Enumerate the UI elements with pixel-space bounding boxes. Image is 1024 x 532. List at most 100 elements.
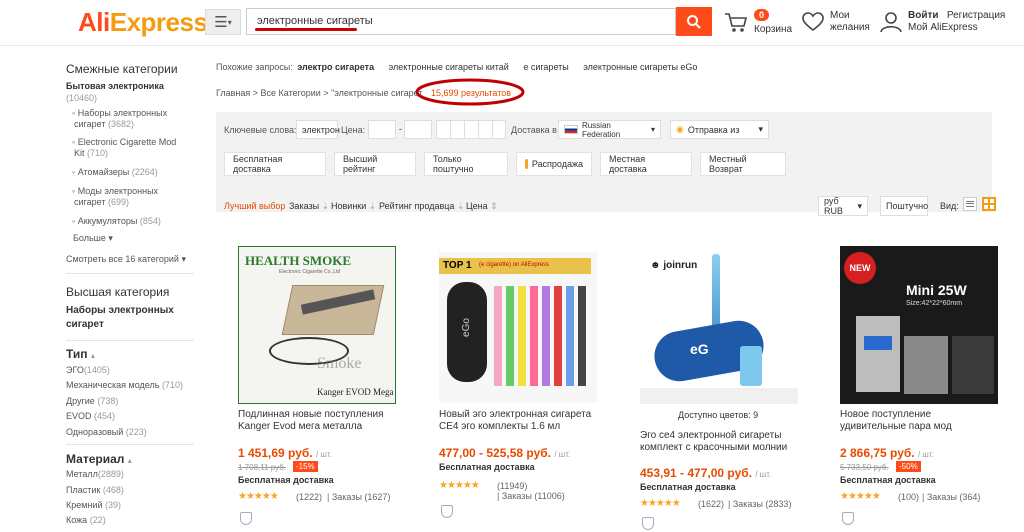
login-link[interactable]: Войти	[908, 10, 939, 21]
sidebar-cat-item[interactable]: ◦ Наборы электронных сигарет (3682)	[72, 108, 167, 130]
price-max-input[interactable]	[404, 120, 432, 139]
product-image[interactable]: ☻ joinrun eG	[640, 246, 798, 404]
product-title[interactable]: Новый эго электронная сигарета CE4 эго ко…	[439, 409, 591, 433]
related-search-link[interactable]: электронные сигареты eGo	[583, 62, 697, 72]
sale-filter[interactable]: Распродажа	[516, 152, 592, 176]
chevron-down-icon: ▾	[650, 125, 655, 134]
chevron-down-icon: ▾	[227, 17, 232, 27]
wishlist-link[interactable]: Мои желания	[802, 10, 870, 34]
search-icon	[687, 14, 701, 29]
type-filter-item[interactable]: EVOD (454)	[66, 411, 115, 422]
type-filter-item[interactable]: Механическая модель (710)	[66, 380, 183, 391]
free-shipping-label: Бесплатная доставка	[238, 475, 334, 485]
cart-count-badge: 0	[754, 9, 770, 21]
orders-count[interactable]: | Заказы (1627)	[327, 492, 390, 502]
grid-view-icon[interactable]	[982, 197, 996, 211]
orders-count[interactable]: | Заказы (11006)	[497, 491, 565, 501]
sort-orders[interactable]: Заказы ⇣	[289, 201, 329, 212]
product-title[interactable]: Подлинная новые поступления Kanger Evod м…	[238, 409, 384, 433]
chevron-down-icon: ▾	[758, 124, 763, 134]
list-view-icon[interactable]	[963, 197, 977, 211]
discount-badge: -50%	[896, 461, 921, 472]
related-search-link[interactable]: электро сигарета	[297, 62, 374, 72]
my-aliexpress-link[interactable]: Мой AliExpress	[908, 22, 1005, 34]
sort-best-match[interactable]: Лучший выбор	[224, 201, 285, 211]
cart-label: Корзина	[754, 24, 793, 35]
material-filter-title[interactable]: Материал ▴	[66, 452, 132, 466]
product-title[interactable]: Эго ce4 электронной сигареты комплект с к…	[640, 430, 787, 454]
type-filter-title[interactable]: Тип ▴	[66, 347, 95, 361]
sort-price[interactable]: Цена ⇕	[466, 201, 498, 212]
discount-badge: -15%	[293, 461, 318, 472]
orders-count[interactable]: | Заказы (2833)	[728, 499, 791, 509]
category-menu-button[interactable]: ☰ ▾	[205, 9, 241, 35]
breadcrumb-home[interactable]: Главная	[216, 88, 250, 98]
price-label: Цена:	[341, 125, 366, 135]
top-category-link[interactable]: Наборы электронных сигарет	[66, 305, 174, 330]
review-count[interactable]: (100)	[898, 492, 919, 502]
register-link[interactable]: Регистрация	[947, 10, 1005, 21]
russia-flag-icon	[564, 125, 578, 134]
sidebar-cat-item[interactable]: ◦ Аккумуляторы (854)	[72, 216, 161, 227]
sidebar-more-link[interactable]: Больше ▾	[73, 233, 113, 244]
product-price: 1 451,69 руб. / шт.	[238, 446, 332, 460]
product-title[interactable]: Новое поступление удивительные пара мод	[840, 409, 952, 433]
ship-to-select[interactable]: Russian Federation ▾	[558, 120, 661, 139]
material-filter-item[interactable]: Пластик (468)	[66, 485, 124, 496]
sort-seller-rating[interactable]: Рейтинг продавца ⇣	[379, 201, 465, 212]
top-rated-filter[interactable]: Высший рейтинг	[334, 152, 416, 176]
location-pin-icon: ◉	[676, 124, 684, 134]
search-button[interactable]	[676, 7, 712, 36]
shield-icon	[441, 505, 453, 518]
material-filter-item[interactable]: Кожа (22)	[66, 515, 106, 526]
material-filter-item[interactable]: Кремний (39)	[66, 500, 121, 511]
review-count[interactable]: (1622)	[698, 499, 724, 509]
ship-to-label: Доставка в	[511, 125, 557, 135]
orders-count[interactable]: | Заказы (364)	[922, 492, 980, 502]
sort-new[interactable]: Новинки ⇣	[331, 201, 376, 212]
related-search-link[interactable]: электронные сигареты китай	[389, 62, 509, 72]
hamburger-icon: ☰	[214, 14, 228, 31]
old-price: 1 708,11 руб.	[238, 463, 287, 472]
ship-from-select[interactable]: ◉ Отправка из ▾	[670, 120, 769, 139]
keywords-input[interactable]: электрон	[296, 120, 340, 139]
old-price: 5 733,50 руб.	[840, 463, 889, 472]
search-input[interactable]: электронные сигареты	[246, 8, 676, 35]
sidebar-parent-category[interactable]: Бытовая электроника	[66, 81, 164, 91]
single-piece-filter[interactable]: Только поштучно	[424, 152, 508, 176]
search-underline-annotation	[255, 28, 357, 31]
type-filter-item[interactable]: Одноразовый (223)	[66, 427, 147, 438]
type-filter-item[interactable]: ЭГО(1405)	[66, 365, 110, 376]
product-image[interactable]: TOP 1 (e cigarette) on AliExpress eGo	[439, 252, 597, 403]
rating-stars: ★★★★★	[439, 480, 480, 491]
rating-stars: ★★★★★	[238, 491, 279, 502]
breadcrumb-all-categories[interactable]: Все Категории	[261, 88, 321, 98]
sidebar-cat-item[interactable]: ◦ Моды электронных сигарет (699)	[72, 186, 158, 208]
site-header: AliExpress ☰ ▾ электронные сигареты Корзи…	[0, 0, 1024, 46]
result-highlight-circle	[415, 78, 525, 106]
free-shipping-label: Бесплатная доставка	[640, 482, 736, 492]
price-min-input[interactable]	[368, 120, 396, 139]
currency-select[interactable]: руб RUB ▾	[818, 196, 868, 216]
free-shipping-filter[interactable]: Бесплатная доставка	[224, 152, 326, 176]
type-filter-item[interactable]: Другие (738)	[66, 396, 118, 407]
related-search-link[interactable]: е сигареты	[523, 62, 568, 72]
material-filter-item[interactable]: Металл(2889)	[66, 469, 124, 480]
sidebar-cat-item[interactable]: ◦ Атомайзеры (2264)	[72, 167, 158, 178]
review-count[interactable]: (1222)	[296, 492, 322, 502]
price-histogram[interactable]	[436, 120, 506, 139]
available-colors: Доступно цветов: 9	[678, 410, 759, 420]
product-price: 2 866,75 руб. / шт.	[840, 446, 934, 460]
per-piece-toggle[interactable]: Поштучно	[880, 196, 928, 216]
aliexpress-logo[interactable]: AliExpress	[78, 7, 208, 38]
local-shipping-filter[interactable]: Местная доставка	[600, 152, 692, 176]
product-image[interactable]: NEW Mini 25W Size:42*22*60mm	[840, 246, 998, 404]
see-all-categories-link[interactable]: Смотреть все 16 категорий ▾	[66, 254, 186, 265]
sidebar-parent-count: (10460)	[66, 93, 98, 103]
sidebar-cat-item[interactable]: ◦ Electronic Cigarette Mod Kit (710)	[72, 137, 176, 159]
wishlist-label-2: желания	[830, 22, 870, 33]
review-count[interactable]: (11949)	[497, 481, 527, 491]
local-return-filter[interactable]: Местный Возврат	[700, 152, 786, 176]
view-label: Вид:	[940, 201, 959, 211]
product-image[interactable]: HEALTH SMOKE Electronic Cigarette Co.,Lt…	[238, 246, 396, 404]
